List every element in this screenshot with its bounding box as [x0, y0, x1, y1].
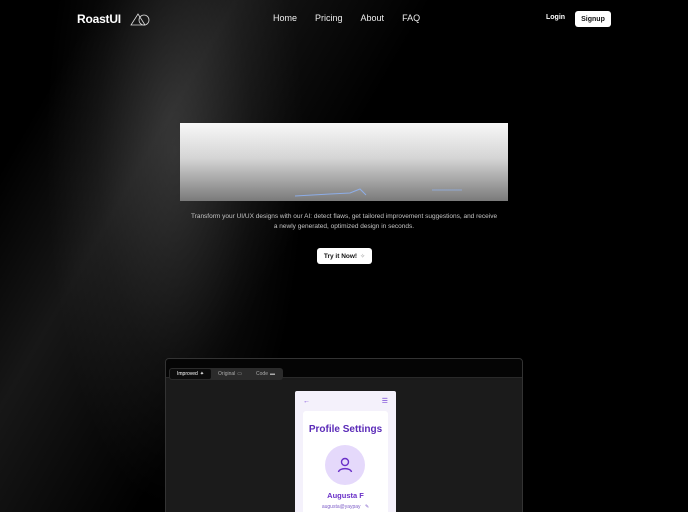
tab-code-label: Code — [256, 371, 268, 377]
phone-preview: ← ☰ Profile Settings Augusta F augusta@y… — [295, 391, 396, 512]
image-icon: ▭ — [237, 371, 243, 377]
avatar[interactable] — [325, 445, 365, 485]
code-icon: ▬ — [269, 371, 275, 377]
user-name: Augusta F — [327, 491, 364, 500]
tab-original[interactable]: Original ▭ — [211, 369, 249, 379]
back-arrow-icon[interactable]: ← — [303, 398, 310, 405]
tab-improved-label: Improved — [177, 371, 198, 377]
preview-tabs: Improved ✦ Original ▭ Code ▬ — [169, 368, 283, 380]
nav-pricing[interactable]: Pricing — [315, 13, 343, 23]
sparkle-icon: ✧ — [360, 253, 366, 260]
cta-label: Try it Now! — [323, 252, 358, 260]
hero-image-graphic — [294, 188, 462, 197]
tab-improved[interactable]: Improved ✦ — [170, 369, 212, 379]
preview-toolbar: Improved ✦ Original ▭ Code ▬ — [166, 359, 522, 380]
nav-about[interactable]: About — [361, 13, 385, 23]
hero-image — [180, 123, 508, 201]
edit-pencil-icon[interactable]: ✎ — [365, 504, 369, 510]
try-it-now-button[interactable]: Try it Now! ✧ — [317, 248, 372, 264]
preview-panel: Improved ✦ Original ▭ Code ▬ ← ☰ Profile… — [165, 358, 523, 512]
nav-home[interactable]: Home — [273, 13, 297, 23]
sparkle-icon: ✦ — [199, 371, 205, 377]
signup-button[interactable]: Signup — [575, 11, 611, 27]
login-button[interactable]: Login — [546, 14, 565, 21]
menu-icon[interactable]: ☰ — [382, 397, 388, 405]
user-email-text: augusta@yaypay — [321, 504, 361, 510]
user-icon — [337, 457, 353, 473]
logo-mark-icon — [130, 13, 150, 26]
logo[interactable]: RoastUI — [77, 12, 151, 26]
main-nav: Home Pricing About FAQ — [273, 13, 420, 23]
tab-original-label: Original — [218, 371, 236, 377]
nav-faq[interactable]: FAQ — [402, 13, 420, 23]
phone-topbar: ← ☰ — [295, 391, 396, 411]
tab-code[interactable]: Code ▬ — [249, 369, 282, 379]
user-email: augusta@yaypay ✎ — [295, 504, 396, 510]
logo-text: RoastUI — [77, 12, 121, 26]
profile-settings-title: Profile Settings — [308, 424, 383, 435]
hero-tagline: Transform your UI/UX designs with our AI… — [190, 213, 498, 230]
